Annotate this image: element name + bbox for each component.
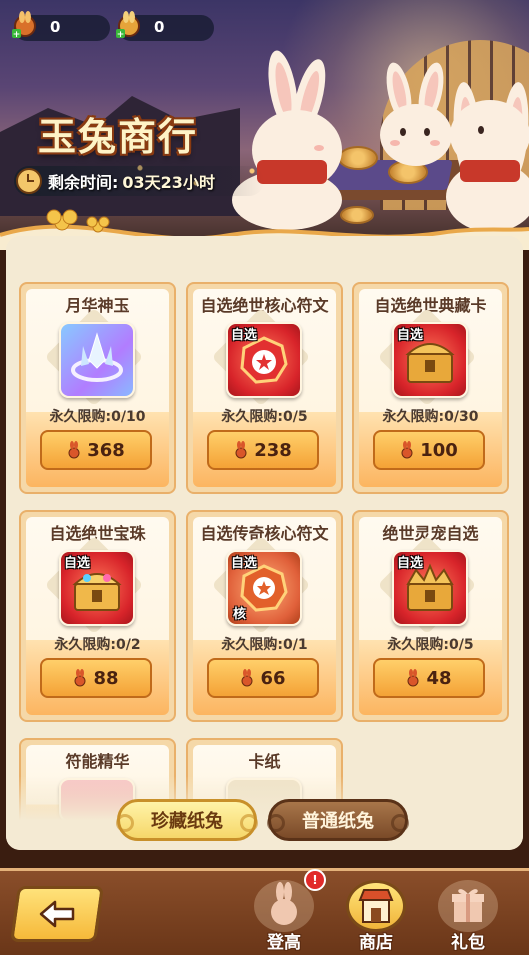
event-title: 玉兔商行 xyxy=(38,114,199,159)
purchase-limit: 永久限购:0/1 xyxy=(221,637,308,653)
tab-normal-paper-rabbit[interactable]: 普通纸兔 xyxy=(267,799,409,841)
item-price: 88 xyxy=(93,667,119,689)
optional-tag: 自选 xyxy=(397,328,424,343)
timer-value: 03天23小时 xyxy=(122,173,215,192)
core-tag: 核 xyxy=(233,607,247,622)
item-price: 100 xyxy=(420,439,458,461)
optional-tag: 自选 xyxy=(64,556,91,571)
nav-label: 商店 xyxy=(359,933,393,953)
purchase-limit: 永久限购:0/10 xyxy=(49,409,146,425)
shop-item-card[interactable]: 月华神玉 永久限购:0/10 368 xyxy=(19,282,176,494)
svg-text:+: + xyxy=(13,30,21,40)
shop-item-card[interactable]: 绝世灵宠自选 自选 永久限购:0/5 48 xyxy=(352,510,509,722)
svg-text:+: + xyxy=(117,30,125,40)
rabbit-coin-icon xyxy=(407,669,419,687)
rabbit-coin-icon xyxy=(235,441,247,459)
shop-item-card[interactable]: 自选绝世典藏卡 自选 永久限购:0/30 100 xyxy=(352,282,509,494)
arrow-left-icon xyxy=(39,900,75,928)
optional-tag: 自选 xyxy=(231,328,258,343)
nav-shop[interactable]: 商店 xyxy=(340,874,412,953)
rabbit-coin-icon xyxy=(241,669,253,687)
optional-tag: 自选 xyxy=(231,556,258,571)
crystal-crown-icon xyxy=(59,322,135,398)
bunny-illustration xyxy=(446,72,529,232)
orange-rune-icon: 自选 核 xyxy=(226,550,302,626)
shop-item-card[interactable]: 自选绝世宝珠 自选 永久限购:0/2 88 xyxy=(19,510,176,722)
purchase-limit: 永久限购:0/5 xyxy=(387,637,474,653)
shop-icon xyxy=(358,889,394,923)
jewel-chest-icon: 自选 xyxy=(59,550,135,626)
buy-button[interactable]: 88 xyxy=(40,658,152,698)
pet-chest-icon: 自选 xyxy=(392,550,468,626)
red-rune-icon: 自选 xyxy=(226,322,302,398)
nav-gift[interactable]: 礼包 xyxy=(432,874,504,953)
event-timer: 剩余时间: 03天23小时 xyxy=(14,166,264,196)
item-price: 368 xyxy=(87,439,125,461)
purchase-limit: 永久限购:0/30 xyxy=(382,409,479,425)
buy-button[interactable]: 368 xyxy=(40,430,152,470)
buy-button[interactable]: 100 xyxy=(373,430,485,470)
timer-label: 剩余时间: xyxy=(48,173,119,192)
shop-item-card[interactable]: 自选传奇核心符文 自选 核 永久限购:0/1 66 xyxy=(186,510,343,722)
alert-badge: ! xyxy=(304,869,326,891)
scroll-fade xyxy=(6,776,523,850)
item-name: 符能精华 xyxy=(65,752,130,771)
shop-panel: 月华神玉 永久限购:0/10 368 自选绝世核心符文 自选 永久限购:0/5 … xyxy=(6,236,523,850)
rabbit-silhouette-icon xyxy=(271,882,297,925)
rabbit-token-icon: + xyxy=(12,11,36,40)
item-price: 238 xyxy=(254,439,292,461)
currency-pill-1[interactable]: + 0 xyxy=(12,11,110,41)
nav-label: 礼包 xyxy=(451,933,485,953)
buy-button[interactable]: 66 xyxy=(207,658,319,698)
rabbit-token-gold-icon: + xyxy=(116,11,140,40)
clock-icon xyxy=(16,168,42,194)
currency-pill-2[interactable]: + 0 xyxy=(116,11,214,41)
shop-item-card[interactable]: 自选绝世核心符文 自选 永久限购:0/5 238 xyxy=(186,282,343,494)
currency-value: 0 xyxy=(154,18,165,36)
back-button[interactable] xyxy=(10,886,104,942)
currency-value: 0 xyxy=(50,18,61,36)
buy-button[interactable]: 238 xyxy=(207,430,319,470)
purchase-limit: 永久限购:0/5 xyxy=(221,409,308,425)
rabbit-coin-icon xyxy=(68,441,80,459)
optional-tag: 自选 xyxy=(397,556,424,571)
rabbit-coin-icon xyxy=(401,441,413,459)
buy-button[interactable]: 48 xyxy=(373,658,485,698)
rabbit-coin-icon xyxy=(74,669,86,687)
nav-label: 登高 xyxy=(267,933,301,953)
gift-box-icon xyxy=(452,889,484,922)
tab-treasured-paper-rabbit[interactable]: 珍藏纸兔 xyxy=(116,799,258,841)
item-price: 48 xyxy=(426,667,452,689)
item-price: 66 xyxy=(260,667,286,689)
gold-chest-icon: 自选 xyxy=(392,322,468,398)
bunny-illustration xyxy=(232,48,352,230)
item-name: 卡纸 xyxy=(248,752,281,771)
purchase-limit: 永久限购:0/2 xyxy=(54,637,141,653)
